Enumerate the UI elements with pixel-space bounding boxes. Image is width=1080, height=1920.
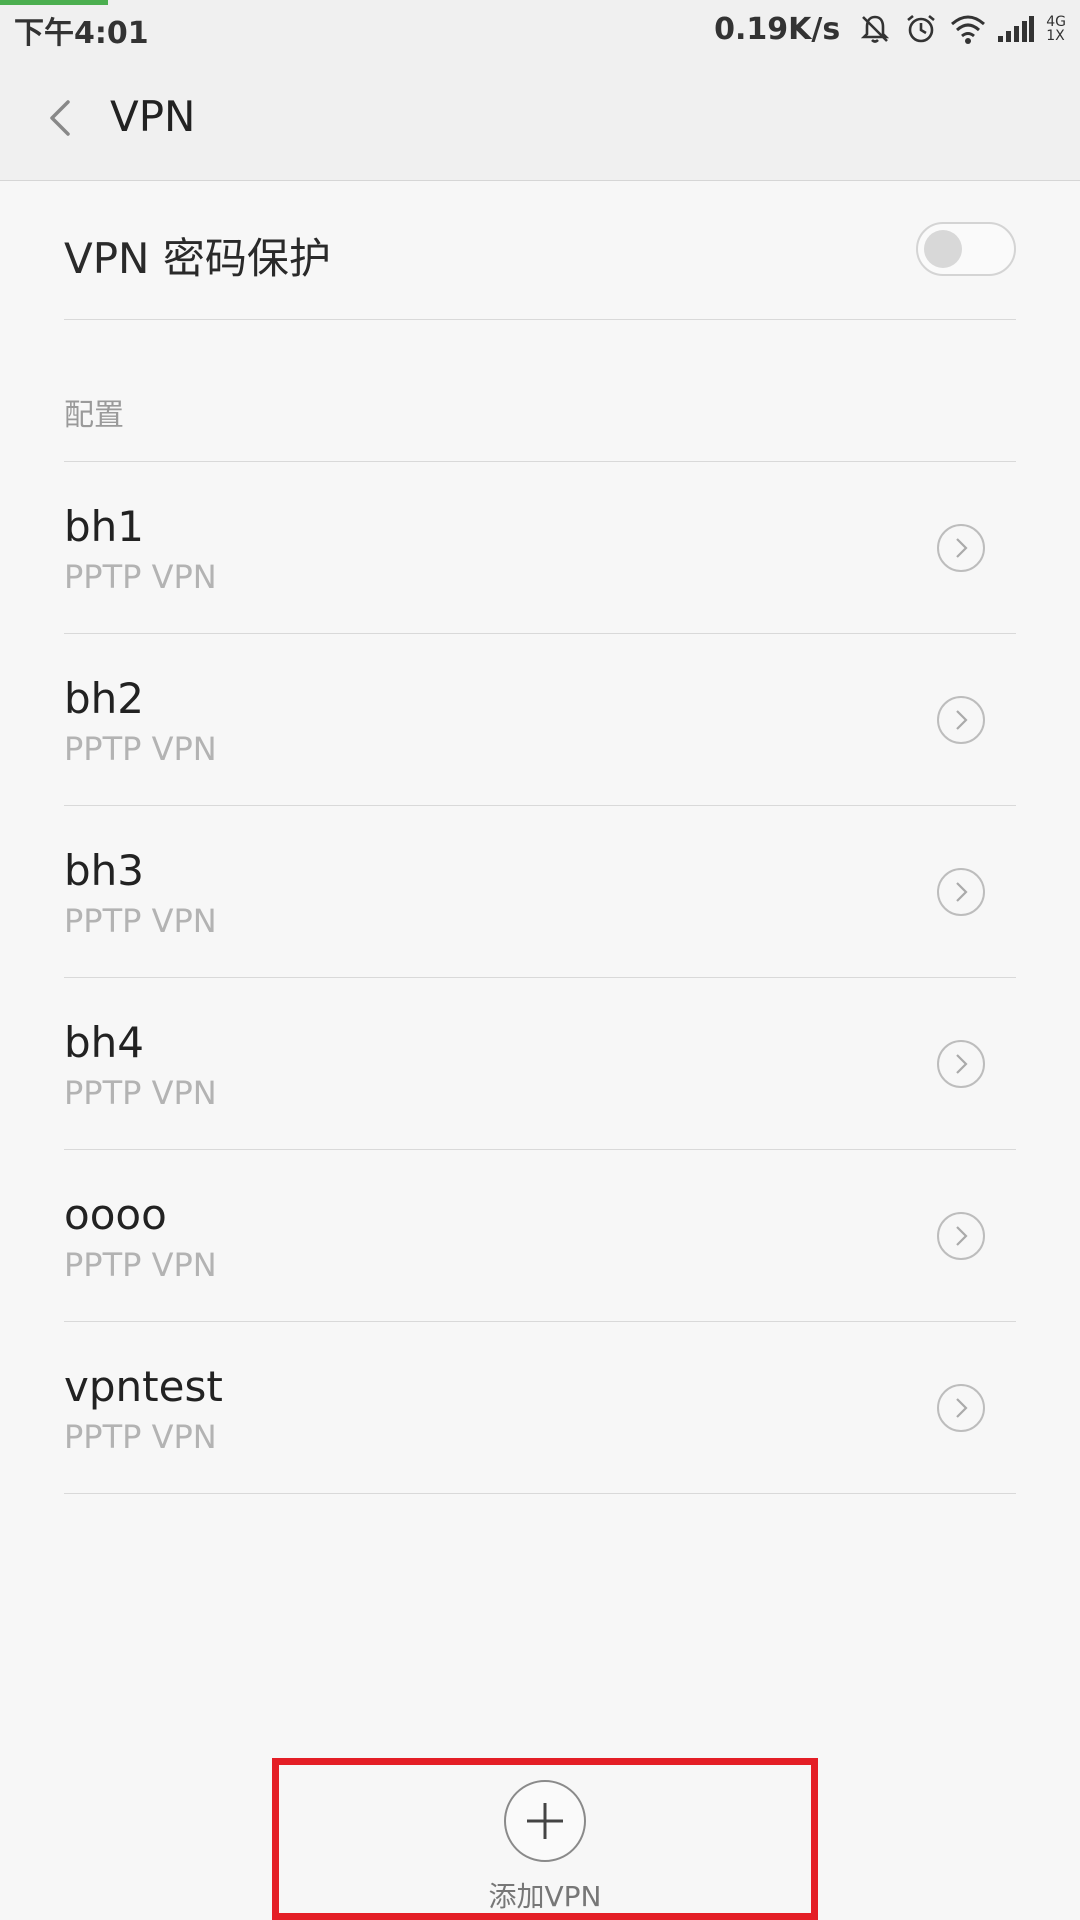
- alarm-icon: [904, 12, 938, 46]
- add-vpn-label[interactable]: 添加VPN: [279, 1875, 811, 1915]
- vpn-type: PPTP VPN: [64, 902, 217, 940]
- vpn-name: bh2: [64, 674, 145, 723]
- toggle-knob: [924, 230, 962, 268]
- add-vpn-highlight: 添加VPN: [272, 1758, 818, 1920]
- vpn-type: PPTP VPN: [64, 730, 217, 768]
- network-type: 4G 1X: [1046, 15, 1066, 43]
- status-time: 下午4:01: [14, 16, 149, 51]
- chevron-right-circle-icon[interactable]: [936, 1383, 986, 1433]
- vpn-item-oooo[interactable]: oooo PPTP VPN: [64, 1150, 1016, 1322]
- chevron-right-circle-icon[interactable]: [936, 1039, 986, 1089]
- app-header: VPN: [0, 56, 1080, 181]
- vpn-item-bh3[interactable]: bh3 PPTP VPN: [64, 806, 1016, 978]
- signal-icon: [998, 14, 1035, 44]
- vpn-item-bh2[interactable]: bh2 PPTP VPN: [64, 634, 1016, 806]
- mute-icon: [858, 12, 892, 46]
- chevron-right-circle-icon[interactable]: [936, 523, 986, 573]
- chevron-right-circle-icon[interactable]: [936, 867, 986, 917]
- vpn-name: bh3: [64, 846, 145, 895]
- network-type-top: 4G: [1046, 14, 1066, 30]
- vpn-settings-content: VPN 密码保护 配置 bh1 PPTP VPN bh2 PPTP VPN bh…: [64, 181, 1016, 1494]
- add-vpn-button[interactable]: [503, 1779, 587, 1863]
- vpn-type: PPTP VPN: [64, 1074, 217, 1112]
- chevron-right-circle-icon[interactable]: [936, 1211, 986, 1261]
- vpn-name: bh1: [64, 502, 145, 551]
- vpn-item-bh4[interactable]: bh4 PPTP VPN: [64, 978, 1016, 1150]
- page-title: VPN: [110, 92, 196, 141]
- vpn-password-protection-label: VPN 密码保护: [64, 234, 331, 283]
- config-section-label: 配置: [64, 398, 124, 433]
- vpn-name: vpntest: [64, 1362, 223, 1411]
- vpn-type: PPTP VPN: [64, 558, 217, 596]
- vpn-password-protection-row[interactable]: VPN 密码保护: [64, 181, 1016, 320]
- status-icons: 0.19K/s 4G 1X: [714, 8, 1066, 50]
- vpn-type: PPTP VPN: [64, 1246, 217, 1284]
- vpn-name: bh4: [64, 1018, 145, 1067]
- vpn-item-vpntest[interactable]: vpntest PPTP VPN: [64, 1322, 1016, 1494]
- back-button[interactable]: [40, 94, 80, 142]
- chevron-right-circle-icon[interactable]: [936, 695, 986, 745]
- network-speed: 0.19K/s: [714, 11, 841, 47]
- progress-indicator: [0, 0, 108, 5]
- network-type-bottom: 1X: [1046, 28, 1065, 44]
- vpn-settings-screen: 下午4:01 0.19K/s 4G 1X VPN VPN 密码保护 配置 bh1…: [0, 0, 1080, 1920]
- vpn-name: oooo: [64, 1190, 167, 1239]
- config-section-header: 配置: [64, 320, 1016, 462]
- wifi-icon: [950, 13, 986, 45]
- vpn-item-bh1[interactable]: bh1 PPTP VPN: [64, 462, 1016, 634]
- chevron-left-icon: [50, 100, 70, 136]
- status-bar: 下午4:01 0.19K/s 4G 1X: [0, 0, 1080, 56]
- vpn-type: PPTP VPN: [64, 1418, 217, 1456]
- vpn-password-protection-toggle[interactable]: [916, 222, 1016, 276]
